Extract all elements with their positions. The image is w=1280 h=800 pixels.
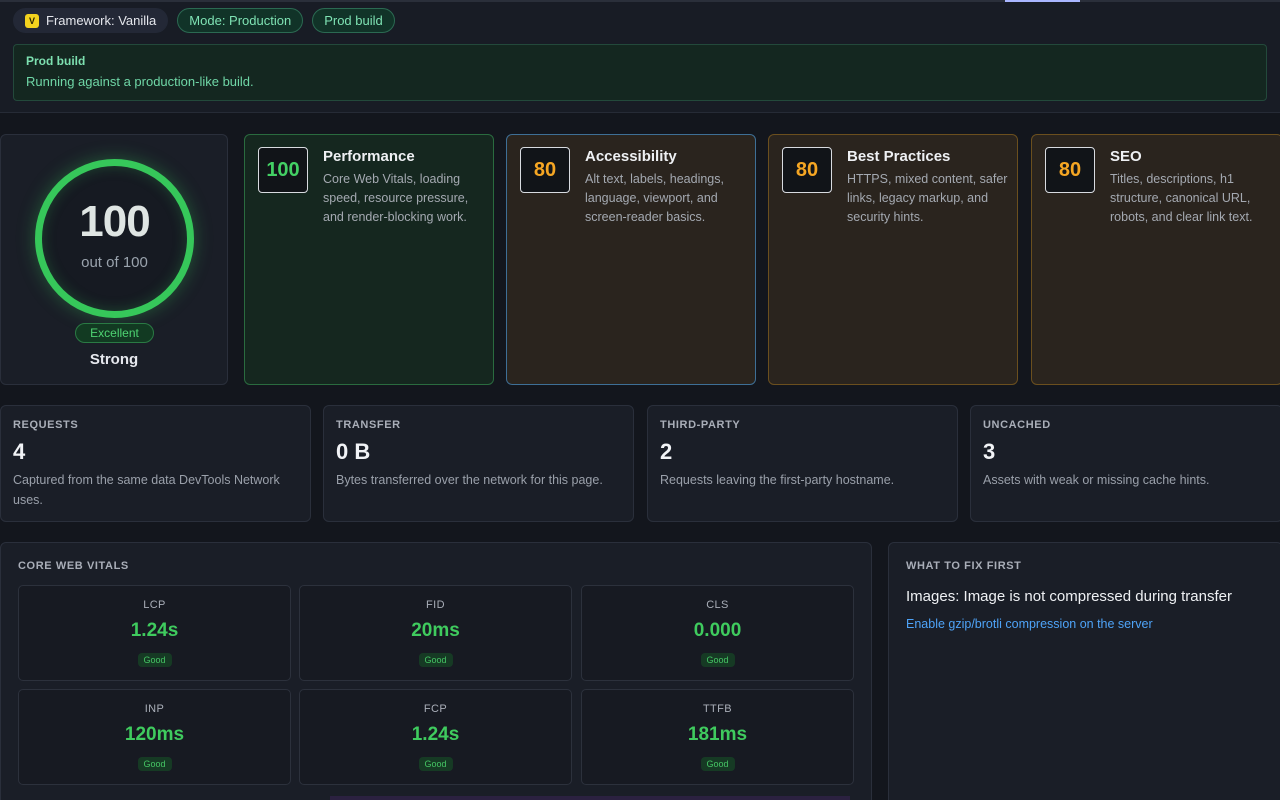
vital-status-badge: Good	[700, 653, 735, 667]
core-web-vitals-panel: CORE WEB VITALS LCP 1.24s Good FID 20ms …	[0, 542, 872, 800]
stat-description: Assets with weak or missing cache hints.	[983, 473, 1210, 487]
category-title: Performance	[323, 148, 415, 165]
stat-label: TRANSFER	[336, 419, 401, 431]
build-chip[interactable]: Prod build	[312, 8, 395, 33]
fix-action-link[interactable]: Enable gzip/brotli compression on the se…	[906, 617, 1153, 631]
category-title: Best Practices	[847, 148, 951, 165]
build-chip-label: Prod build	[324, 13, 383, 28]
banner-title: Prod build	[26, 54, 86, 68]
category-card-seo[interactable]: 80 SEO Titles, descriptions, h1 structur…	[1031, 134, 1280, 385]
category-card-performance[interactable]: 100 Performance Core Web Vitals, loading…	[244, 134, 494, 385]
stat-value: 3	[983, 439, 996, 464]
framework-chip[interactable]: V Framework: Vanilla	[13, 8, 169, 33]
category-description: Core Web Vitals, loading speed, resource…	[323, 172, 469, 224]
build-banner: Prod build Running against a production-…	[13, 44, 1267, 101]
category-description: Alt text, labels, headings, language, vi…	[585, 172, 724, 224]
section-title: WHAT TO FIX FIRST	[906, 560, 1022, 572]
vital-label: FCP	[423, 703, 448, 715]
top-divider	[0, 0, 1280, 2]
stat-card-transfer: TRANSFER 0 B Bytes transferred over the …	[323, 405, 634, 522]
vital-label: INP	[144, 703, 165, 715]
vital-label: TTFB	[702, 703, 733, 715]
stat-label: REQUESTS	[13, 419, 79, 431]
vital-status-badge: Good	[418, 757, 453, 771]
fix-first-panel: WHAT TO FIX FIRST Images: Image is not c…	[888, 542, 1280, 800]
category-description: HTTPS, mixed content, safer links, legac…	[847, 172, 1008, 224]
stat-value: 4	[13, 439, 26, 464]
vital-card-inp: INP 120ms Good	[18, 689, 291, 785]
framework-chip-label: Framework: Vanilla	[46, 13, 157, 28]
category-title: SEO	[1110, 148, 1142, 165]
vital-status-badge: Good	[700, 757, 735, 771]
vital-status-badge: Good	[137, 653, 172, 667]
vanilla-icon: V	[25, 13, 39, 28]
vital-label: LCP	[143, 599, 166, 611]
stat-label: UNCACHED	[983, 419, 1051, 431]
stat-card-third-party: THIRD-PARTY 2 Requests leaving the first…	[647, 405, 958, 522]
category-title: Accessibility	[585, 148, 677, 165]
category-score: 80	[520, 147, 570, 193]
vital-value: 1.24s	[130, 620, 179, 641]
mode-chip[interactable]: Mode: Production	[177, 8, 304, 33]
stat-description: Bytes transferred over the network for t…	[336, 473, 603, 487]
section-title: CORE WEB VITALS	[18, 560, 129, 572]
score-gauge: 100 out of 100	[35, 159, 194, 318]
category-card-best-practices[interactable]: 80 Best Practices HTTPS, mixed content, …	[768, 134, 1018, 385]
score-rating-badge: Excellent	[75, 323, 154, 343]
category-score: 100	[258, 147, 308, 193]
overall-score-card: 100 out of 100 Excellent Strong	[0, 134, 228, 385]
stat-description: Captured from the same data DevTools Net…	[13, 473, 280, 507]
vital-card-ttfb: TTFB 181ms Good	[581, 689, 854, 785]
stat-description: Requests leaving the first-party hostnam…	[660, 473, 895, 487]
stat-value: 2	[660, 439, 673, 464]
stat-label: THIRD-PARTY	[660, 419, 741, 431]
category-score: 80	[1045, 147, 1095, 193]
vital-card-cls: CLS 0.000 Good	[581, 585, 854, 681]
vital-label: CLS	[706, 599, 729, 611]
vital-value: 181ms	[687, 724, 748, 745]
vital-status-badge: Good	[418, 653, 453, 667]
vital-label: FID	[426, 599, 445, 611]
score-verdict: Strong	[89, 351, 139, 368]
status-chips: V Framework: Vanilla Mode: Production Pr…	[13, 8, 395, 33]
category-description: Titles, descriptions, h1 structure, cano…	[1110, 172, 1253, 224]
overall-score-scale: out of 100	[81, 254, 148, 271]
stat-card-requests: REQUESTS 4 Captured from the same data D…	[0, 405, 311, 522]
vital-card-fid: FID 20ms Good	[299, 585, 572, 681]
vital-value: 1.24s	[411, 724, 460, 745]
vital-value: 120ms	[124, 724, 185, 745]
vital-value: 0.000	[693, 620, 742, 641]
active-tab-indicator	[1005, 0, 1080, 2]
stat-card-uncached: UNCACHED 3 Assets with weak or missing c…	[970, 405, 1280, 522]
vital-status-badge: Good	[137, 757, 172, 771]
category-card-accessibility[interactable]: 80 Accessibility Alt text, labels, headi…	[506, 134, 756, 385]
banner-text: Running against a production-like build.	[26, 74, 254, 89]
bottom-edge-strip	[330, 796, 850, 800]
top-issue: Images: Image is not compressed during t…	[906, 588, 1232, 605]
category-score: 80	[782, 147, 832, 193]
overall-score: 100	[79, 197, 150, 246]
vital-value: 20ms	[411, 620, 460, 641]
vital-card-lcp: LCP 1.24s Good	[18, 585, 291, 681]
build-info-panel: V Framework: Vanilla Mode: Production Pr…	[0, 0, 1280, 113]
stat-value: 0 B	[336, 439, 371, 464]
vital-card-fcp: FCP 1.24s Good	[299, 689, 572, 785]
mode-chip-label: Mode: Production	[189, 13, 292, 28]
